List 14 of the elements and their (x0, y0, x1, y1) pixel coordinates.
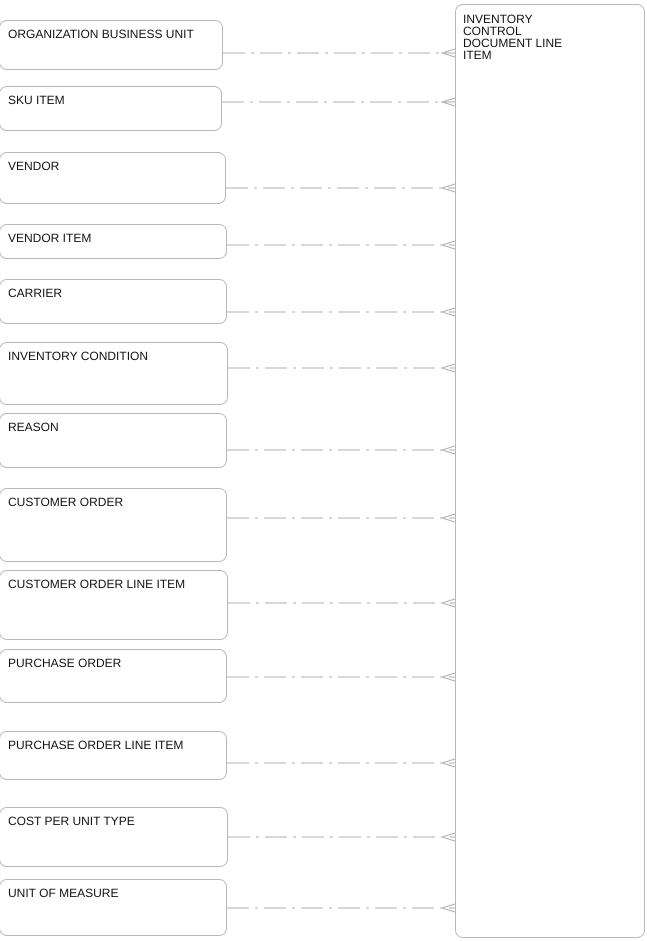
entity-name: REASON (8, 420, 60, 434)
entity-name: INVENTORY CONDITION (8, 349, 150, 363)
entity-name: PURCHASE ORDER (8, 656, 122, 670)
entity-name: PURCHASE ORDER LINE ITEM (8, 738, 184, 752)
entity-name: CARRIER (8, 286, 64, 300)
entity-name: COST PER UNIT TYPE (8, 814, 136, 828)
entity-name: CUSTOMER ORDER LINE ITEM (8, 577, 186, 591)
entity-name: CUSTOMER ORDER (8, 495, 124, 509)
entity-name: INVENTORY CONTROL DOCUMENT LINE ITEM (463, 13, 564, 61)
entity-name: SKU ITEM (8, 93, 66, 107)
entity-name: VENDOR (8, 159, 60, 173)
entity-name: VENDOR ITEM (8, 231, 92, 245)
entity-name: ORGANIZATION BUSINESS UNIT (8, 27, 195, 41)
entity-name: UNIT OF MEASURE (8, 886, 120, 900)
